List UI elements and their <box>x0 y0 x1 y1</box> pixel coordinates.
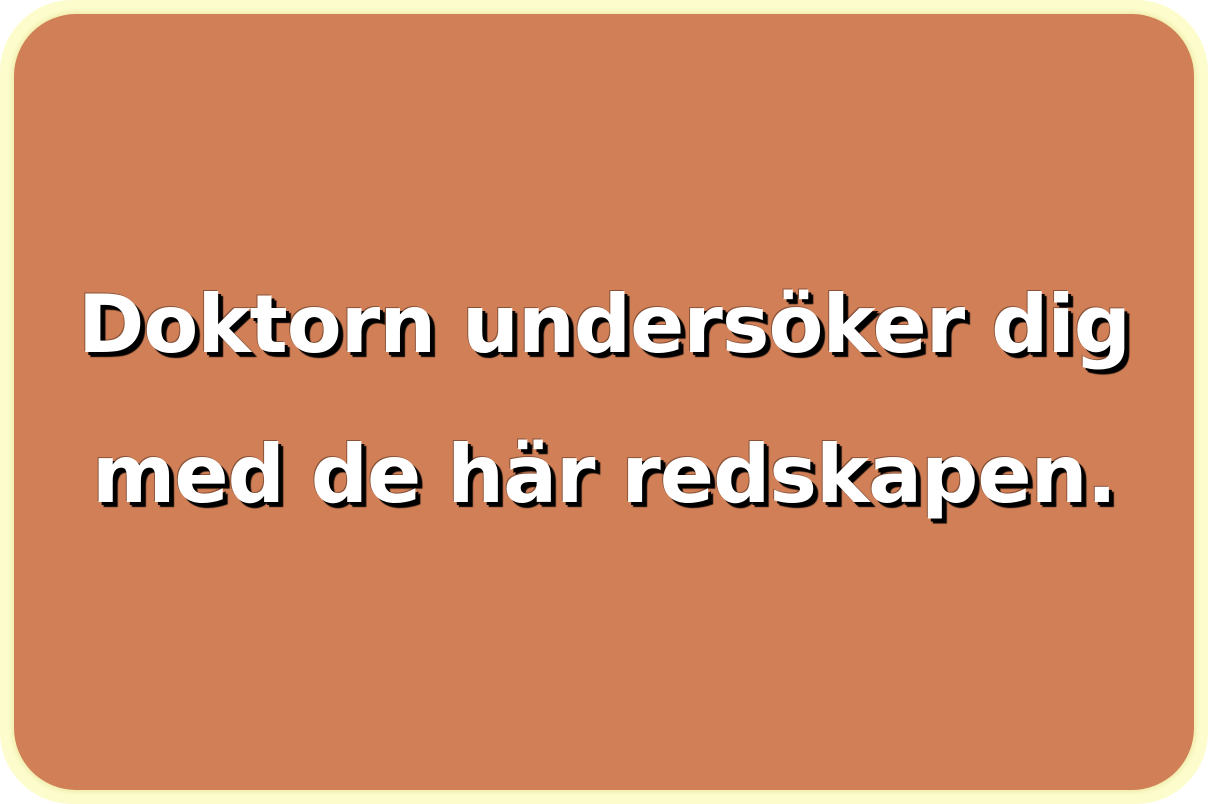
card-text: Doktorn undersöker dig med de här redska… <box>77 250 1131 550</box>
card-border: Doktorn undersöker dig med de här redska… <box>0 0 1208 804</box>
flash-card: Doktorn undersöker dig med de här redska… <box>14 14 1194 790</box>
card-text-line-2: med de här redskapen. <box>92 428 1117 521</box>
card-text-line-1: Doktorn undersöker dig <box>77 278 1131 371</box>
